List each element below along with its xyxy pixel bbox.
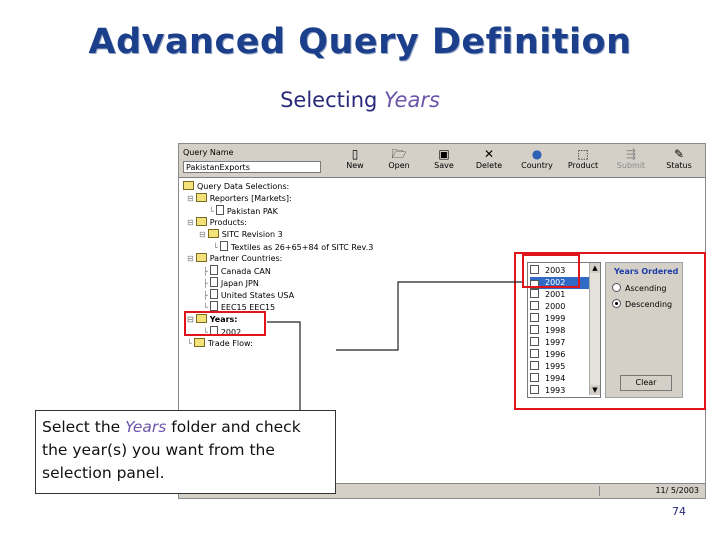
callout-prefix: Select the (42, 418, 126, 436)
instruction-callout: Select the Years folder and check the ye… (35, 410, 336, 494)
callout-emphasis: Years (125, 418, 167, 436)
connector-year-panel (336, 281, 522, 351)
connector-years-folder (267, 321, 301, 410)
page-number: 74 (672, 505, 686, 518)
